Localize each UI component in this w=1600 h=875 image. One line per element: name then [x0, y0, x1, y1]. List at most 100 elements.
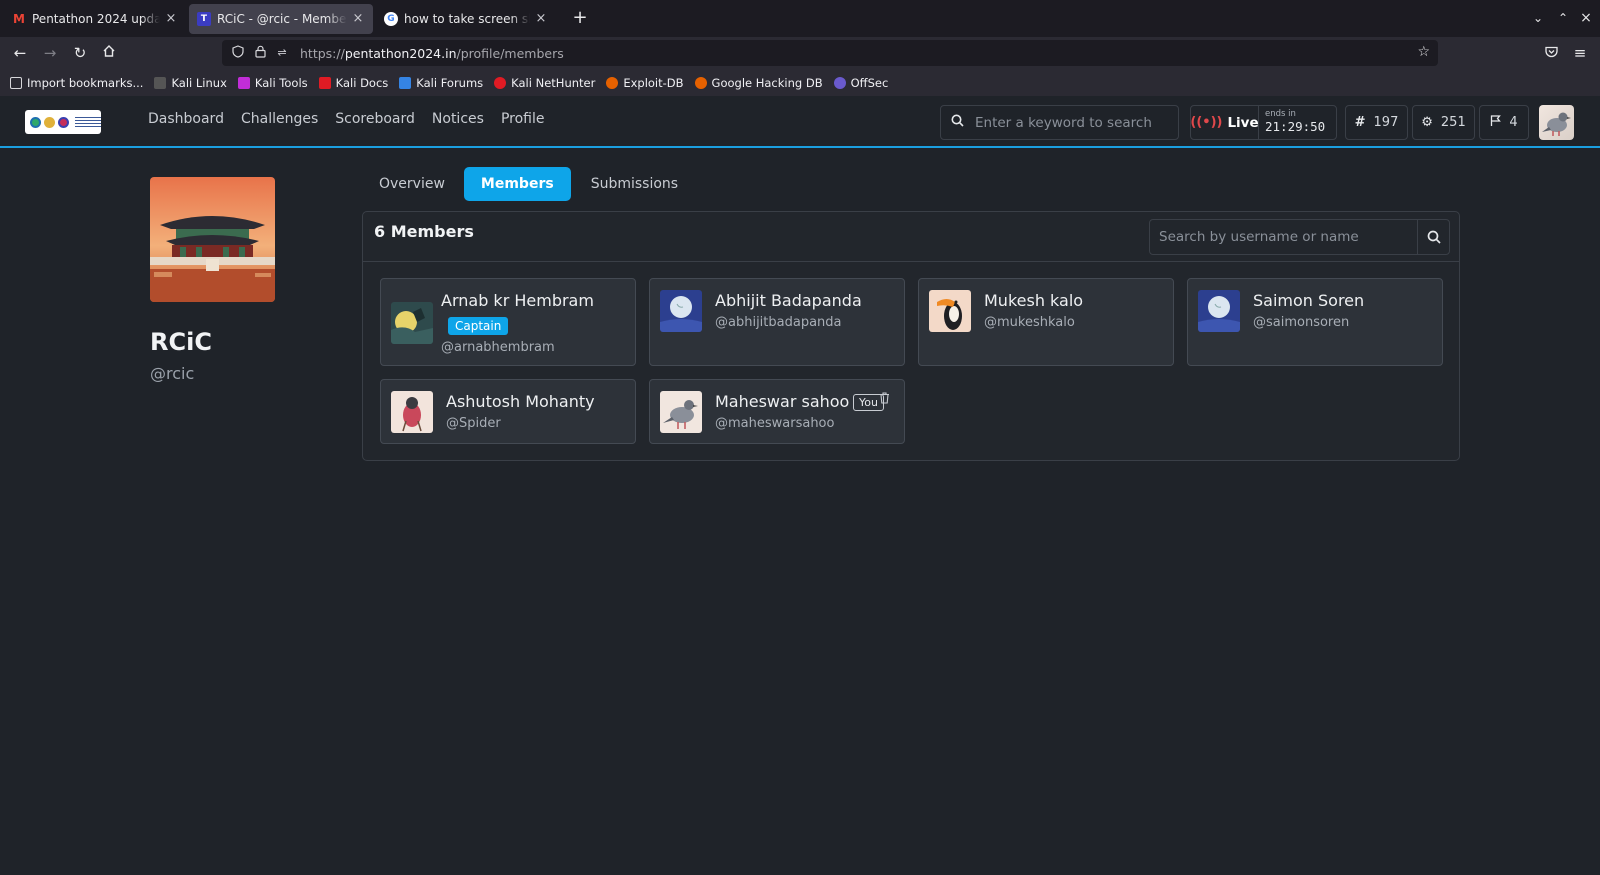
lock-icon[interactable]: [252, 45, 268, 61]
reload-icon[interactable]: ↻: [70, 43, 90, 63]
bookmark-kali-forums[interactable]: Kali Forums: [399, 76, 483, 90]
nav-dashboard[interactable]: Dashboard: [148, 111, 224, 127]
nav-profile[interactable]: Profile: [501, 111, 545, 127]
ctfd-t-icon: T: [197, 12, 211, 26]
import-icon: [10, 76, 22, 89]
tab-title: RCiC - @rcic - Members | P: [217, 12, 347, 26]
timer-value: 21:29:50: [1265, 119, 1326, 134]
member-search: [1149, 219, 1450, 255]
permissions-icon[interactable]: ⇌: [274, 45, 290, 61]
flags-value: 4: [1509, 115, 1518, 130]
member-username: @arnabhembram: [441, 340, 555, 355]
member-card[interactable]: Ashutosh Mohanty @Spider: [380, 379, 636, 444]
browser-tab-rcic[interactable]: T RCiC - @rcic - Members | P ×: [189, 4, 373, 34]
team-avatar: [150, 177, 275, 302]
logo-text-lines: [75, 117, 101, 127]
url-text[interactable]: https://pentathon2024.in/profile/members: [300, 46, 564, 61]
offsec-icon: [833, 76, 846, 89]
member-search-input[interactable]: [1150, 220, 1417, 254]
site-search-input[interactable]: [975, 114, 1178, 131]
bookmark-star-icon[interactable]: ☆: [1417, 44, 1430, 60]
shield-icon[interactable]: [230, 45, 246, 61]
bookmark-import[interactable]: Import bookmarks...: [10, 76, 143, 90]
url-path: /profile/members: [456, 45, 564, 61]
bookmark-ghdb[interactable]: Google Hacking DB: [694, 75, 823, 90]
ghdb-icon: [694, 76, 707, 89]
site-header: Dashboard Challenges Scoreboard Notices …: [0, 96, 1600, 148]
points-value: 251: [1440, 115, 1466, 130]
menu-hamburger-icon[interactable]: ≡: [1570, 43, 1590, 63]
team-name: RCiC: [150, 328, 212, 356]
bookmark-label: Google Hacking DB: [711, 75, 823, 90]
member-name[interactable]: Abhijit Badapanda: [715, 291, 862, 310]
member-card[interactable]: Abhijit Badapanda @abhijitbadapanda: [649, 278, 905, 366]
google-icon: G: [384, 12, 398, 26]
points-stat[interactable]: ⚙ 251: [1412, 105, 1475, 140]
bookmark-kali-linux[interactable]: Kali Linux: [154, 76, 227, 90]
browser-tab-gmail[interactable]: M Pentathon 2024 update - m ×: [4, 4, 186, 34]
browser-tab-bar: M Pentathon 2024 update - m × T RCiC - @…: [0, 0, 1600, 37]
search-icon: [1427, 230, 1441, 244]
member-card[interactable]: Maheswar sahoo You @maheswarsahoo: [649, 379, 905, 444]
member-card[interactable]: Mukesh kalo @mukeshkalo: [918, 278, 1174, 366]
tab-submissions[interactable]: Submissions: [574, 167, 695, 201]
new-tab-button[interactable]: +: [570, 8, 590, 28]
bookmark-exploit-db[interactable]: Exploit-DB: [606, 75, 684, 90]
bookmark-kali-docs[interactable]: Kali Docs: [318, 75, 389, 90]
member-name[interactable]: Mukesh kalo: [984, 291, 1083, 310]
window-close-icon[interactable]: ×: [1578, 10, 1594, 26]
trash-icon[interactable]: [879, 392, 890, 407]
bookmark-label: Import bookmarks...: [27, 75, 144, 90]
logo-emblem-icon: [58, 116, 69, 128]
member-card[interactable]: Arnab kr Hembram Captain @arnabhembram: [380, 278, 636, 366]
bookmark-label: Kali Docs: [335, 75, 389, 90]
tab-list-chevron-icon[interactable]: ⌄: [1530, 10, 1546, 26]
url-bar[interactable]: ⇌ https://pentathon2024.in/profile/membe…: [222, 40, 1438, 66]
forward-arrow-icon[interactable]: →: [40, 43, 60, 63]
kali-tools-icon: [237, 76, 250, 89]
member-search-button[interactable]: [1417, 220, 1449, 254]
kali-forums-icon: [399, 76, 412, 89]
member-avatar: [929, 290, 971, 332]
bookmark-kali-tools[interactable]: Kali Tools: [237, 75, 308, 90]
url-host: pentathon2024.in: [344, 45, 457, 61]
nav-challenges[interactable]: Challenges: [241, 111, 318, 127]
close-icon[interactable]: ×: [351, 12, 365, 26]
flags-stat[interactable]: 4: [1479, 105, 1529, 140]
member-name[interactable]: Arnab kr Hembram: [441, 291, 594, 310]
maximize-chevron-icon[interactable]: ⌃: [1555, 10, 1571, 26]
pagoda-illustration: [150, 177, 275, 302]
ends-in-label: ends in: [1265, 109, 1296, 119]
member-username: @maheswarsahoo: [715, 416, 835, 431]
back-arrow-icon[interactable]: ←: [10, 43, 30, 63]
bookmark-label: Kali Tools: [254, 75, 308, 90]
member-username: @saimonsoren: [1253, 315, 1350, 330]
member-card[interactable]: Saimon Soren @saimonsoren: [1187, 278, 1443, 366]
hash-icon: #: [1354, 115, 1366, 130]
member-name[interactable]: Saimon Soren: [1253, 291, 1364, 310]
browser-nav-bar: ← → ↻ ⇌ https://pentathon2024.in/profile…: [0, 37, 1600, 69]
logo-emblem-icon: [44, 116, 55, 128]
user-avatar[interactable]: [1539, 105, 1574, 140]
bookmark-label: Exploit-DB: [623, 75, 684, 90]
pocket-icon[interactable]: [1541, 43, 1561, 63]
close-icon[interactable]: ×: [164, 12, 178, 26]
member-avatar: [391, 391, 433, 433]
close-icon[interactable]: ×: [534, 12, 548, 26]
nav-scoreboard[interactable]: Scoreboard: [335, 111, 415, 127]
countdown-timer: ends in 21:29:50: [1259, 106, 1325, 139]
tab-overview[interactable]: Overview: [362, 167, 462, 201]
member-name[interactable]: Maheswar sahoo: [715, 392, 849, 411]
member-username: @abhijitbadapanda: [715, 315, 842, 330]
tab-members[interactable]: Members: [463, 167, 571, 201]
home-icon[interactable]: [99, 43, 119, 63]
tab-title: Pentathon 2024 update - m: [32, 12, 160, 26]
site-logo[interactable]: [25, 110, 101, 134]
nav-notices[interactable]: Notices: [432, 111, 484, 127]
captain-badge: Captain: [448, 317, 509, 335]
bookmark-offsec[interactable]: OffSec: [833, 76, 888, 90]
bookmark-kali-nethunter[interactable]: Kali NetHunter: [494, 76, 595, 90]
rank-stat[interactable]: # 197: [1345, 105, 1408, 140]
browser-tab-google[interactable]: G how to take screen short in ×: [376, 4, 556, 34]
member-name[interactable]: Ashutosh Mohanty: [446, 392, 595, 411]
